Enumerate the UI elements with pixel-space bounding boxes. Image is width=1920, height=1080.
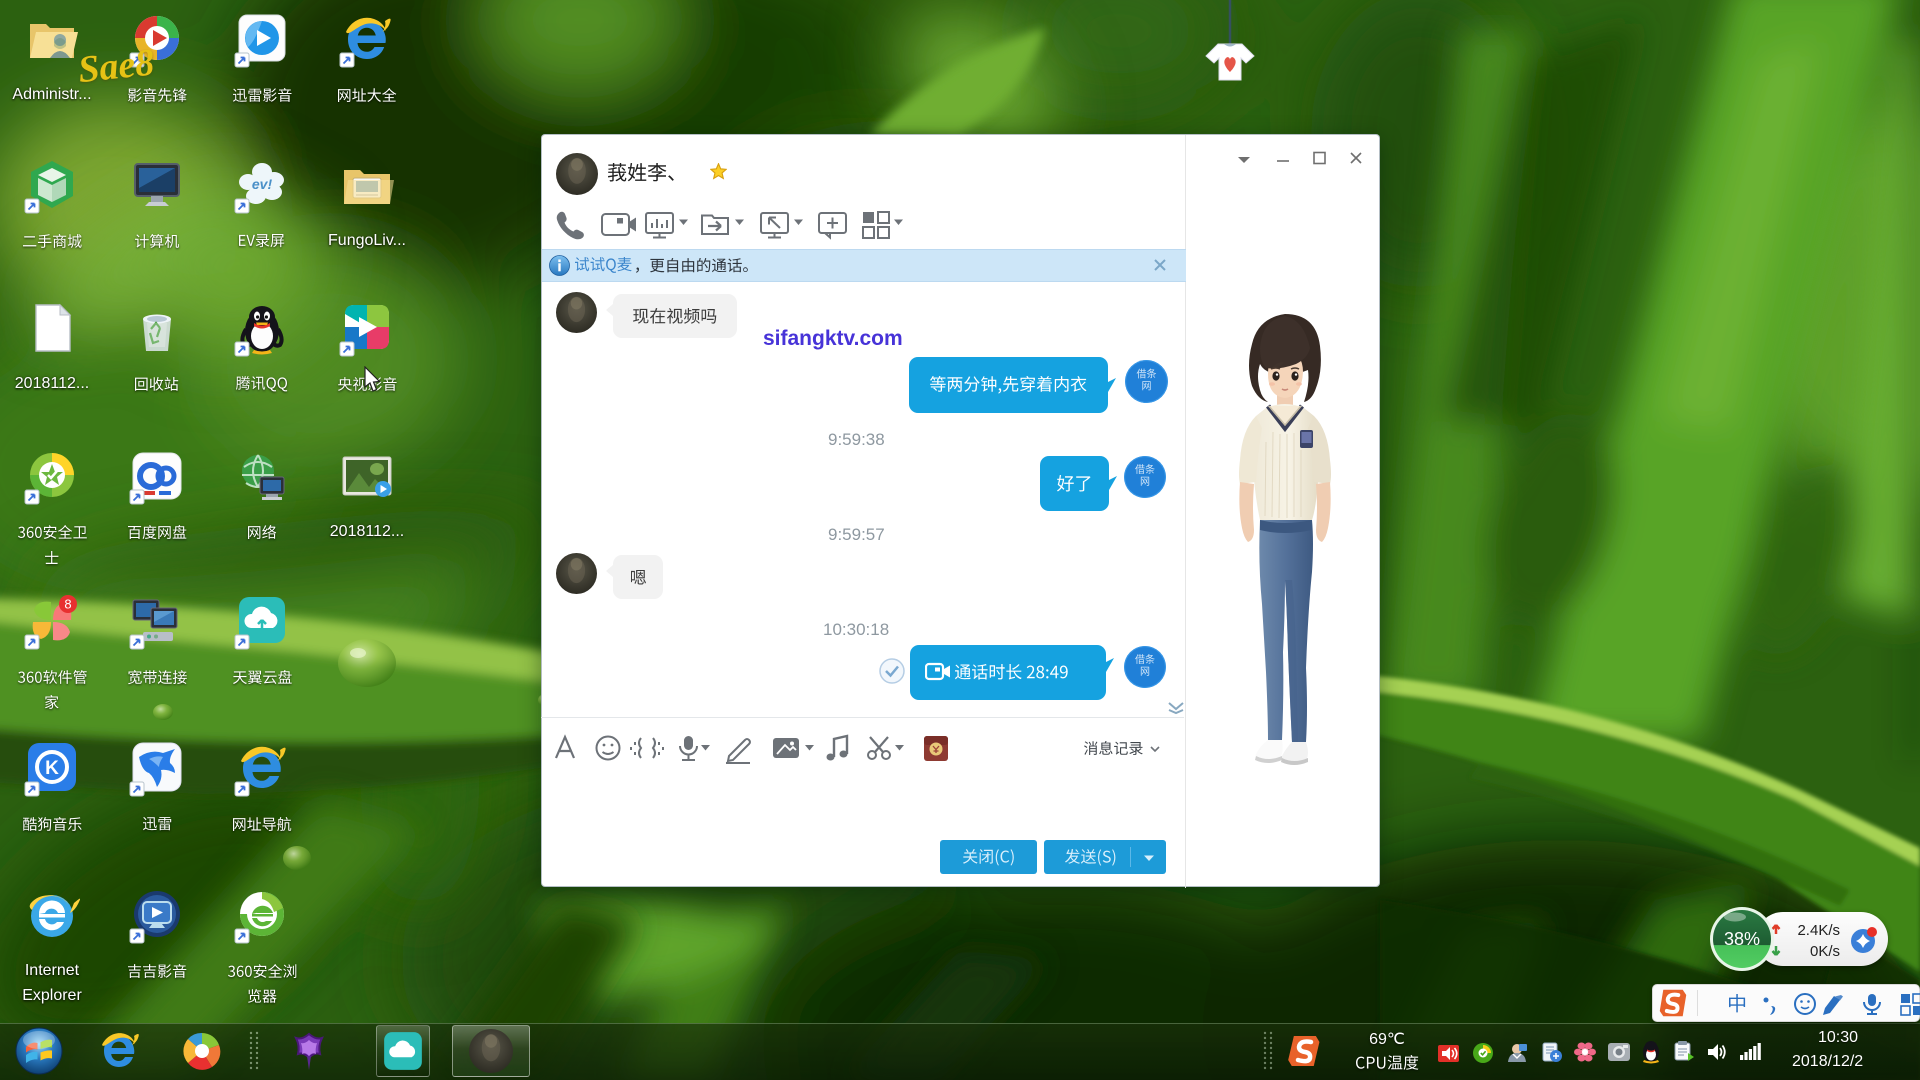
- svg-text:2.4K/s: 2.4K/s: [1797, 922, 1840, 939]
- svg-text:38%: 38%: [1724, 929, 1760, 949]
- svg-text:0K/s: 0K/s: [1810, 943, 1840, 960]
